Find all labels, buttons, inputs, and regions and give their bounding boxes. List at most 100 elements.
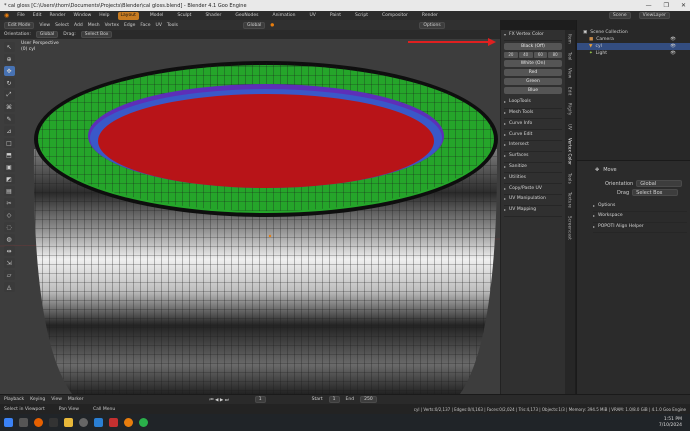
minimize-button[interactable]: — xyxy=(646,2,652,9)
header-menu-uv[interactable]: UV xyxy=(156,23,162,28)
proportional-edit-icon[interactable]: ● xyxy=(270,23,274,28)
shrink-tool-icon[interactable]: ⇲ xyxy=(3,258,15,268)
outliner-item-light[interactable]: ✦ Light 👁 xyxy=(577,50,690,57)
panel-curve-edit[interactable]: ▸ Curve Edit xyxy=(504,130,562,141)
scale-tool-icon[interactable]: ⤢ xyxy=(3,90,15,100)
props-section-workspace[interactable]: ▸ Workspace xyxy=(593,212,687,223)
cursor-tool-icon[interactable]: ⊕ xyxy=(3,54,15,64)
timeline-keying[interactable]: Keying xyxy=(30,397,45,402)
timeline-playback[interactable]: Playback xyxy=(4,397,24,402)
vtab-rigify[interactable]: Rigify xyxy=(568,99,573,119)
measure-tool-icon[interactable]: ⊿ xyxy=(3,126,15,136)
vtab-texture[interactable]: Texture xyxy=(568,188,573,212)
menu-render[interactable]: Render xyxy=(50,13,66,18)
white-on-button[interactable]: White (On) xyxy=(504,59,562,67)
vtab-vertex-color[interactable]: Vertex Color xyxy=(568,134,573,169)
system-clock[interactable]: 1:51 PM 7/10/2024 xyxy=(659,417,682,429)
vtab-edit[interactable]: Edit xyxy=(568,83,573,100)
menu-window[interactable]: Window xyxy=(74,13,92,18)
play-controls-icon[interactable]: ⏮ ◀ ▶ ⏭ xyxy=(209,397,228,403)
workspace-tab-uv[interactable]: UV xyxy=(306,12,318,20)
timeline-marker[interactable]: Marker xyxy=(68,397,84,402)
gray-60-button[interactable]: 60 xyxy=(533,51,548,58)
workspace-tab-render[interactable]: Render xyxy=(419,12,441,20)
header-menu-view[interactable]: View xyxy=(39,23,50,28)
workspace-tab-shader[interactable]: Shader xyxy=(202,12,224,20)
firefox-icon[interactable] xyxy=(34,418,43,427)
move-tool-icon[interactable]: ✥ xyxy=(3,66,15,76)
smooth-tool-icon[interactable]: ◍ xyxy=(3,234,15,244)
panel-sanitize[interactable]: ▸ Sanitize xyxy=(504,163,562,174)
gray-20-button[interactable]: 20 xyxy=(504,51,518,58)
panel-uv-manipulation[interactable]: ▸ UV Manipulation xyxy=(504,195,562,206)
props-section-popoti[interactable]: ▸ POPOTI Align Helper xyxy=(593,223,687,234)
vtab-tool[interactable]: Tool xyxy=(568,48,573,65)
panel-curve-info[interactable]: ▸ Curve Info xyxy=(504,119,562,131)
3d-viewport[interactable] xyxy=(0,39,500,394)
black-off-button[interactable]: Black (Off) xyxy=(504,42,562,50)
start-frame-field[interactable]: 1 xyxy=(328,396,340,403)
maximize-button[interactable]: ❐ xyxy=(664,2,669,9)
vtab-screencast[interactable]: Screencast xyxy=(568,212,573,244)
workspace-tab-layout[interactable]: Layout xyxy=(117,11,139,20)
panel-surfaces[interactable]: ▸ Surfaces xyxy=(504,152,562,163)
gray-40-button[interactable]: 40 xyxy=(518,51,533,58)
vtab-tools[interactable]: Tools xyxy=(568,169,573,188)
header-menu-select[interactable]: Select xyxy=(55,23,69,28)
app-icon[interactable] xyxy=(109,418,118,427)
header-menu-add[interactable]: Add xyxy=(74,23,83,28)
poly-build-tool-icon[interactable]: ◇ xyxy=(3,210,15,220)
inset-tool-icon[interactable]: ▣ xyxy=(3,162,15,172)
rip-tool-icon[interactable]: ◬ xyxy=(3,282,15,292)
panel-mesh-tools[interactable]: ▸ Mesh Tools xyxy=(504,109,562,120)
terminal-icon[interactable] xyxy=(49,418,58,427)
workspace-tab-animation[interactable]: Animation xyxy=(270,12,299,20)
bevel-tool-icon[interactable]: ◩ xyxy=(3,174,15,184)
vtab-item[interactable]: Item xyxy=(568,30,573,48)
workspace-tab-compositor[interactable]: Compositor xyxy=(379,12,411,20)
outliner-item-camera[interactable]: ■ Camera 👁 xyxy=(577,36,690,43)
loop-cut-tool-icon[interactable]: ▤ xyxy=(3,186,15,196)
spin-tool-icon[interactable]: ◌ xyxy=(3,222,15,232)
drag-selector[interactable]: Select Box xyxy=(80,31,113,38)
panel-looptools[interactable]: ▸ LoopTools xyxy=(504,98,562,109)
viewlayer-selector[interactable]: ViewLayer xyxy=(638,12,670,19)
visibility-eye-icon[interactable]: 👁 xyxy=(670,36,676,43)
visibility-eye-icon[interactable]: 👁 xyxy=(670,50,676,57)
knife-tool-icon[interactable]: ✂ xyxy=(3,198,15,208)
shear-tool-icon[interactable]: ▱ xyxy=(3,270,15,280)
vtab-uv[interactable]: UV xyxy=(568,120,573,134)
add-cube-tool-icon[interactable]: □ xyxy=(3,138,15,148)
menu-help[interactable]: Help xyxy=(99,13,109,18)
panel-copy-paste-uv[interactable]: ▸ Copy/Paste UV xyxy=(504,184,562,195)
task-view-icon[interactable] xyxy=(19,418,28,427)
explorer-icon[interactable] xyxy=(64,418,73,427)
end-frame-field[interactable]: 250 xyxy=(360,396,377,403)
tweak-tool-icon[interactable]: ↖ xyxy=(3,42,15,52)
gray-80-button[interactable]: 80 xyxy=(548,51,562,58)
header-menu-face[interactable]: Face xyxy=(140,23,150,28)
close-button[interactable]: ✕ xyxy=(681,2,686,9)
menu-edit[interactable]: Edit xyxy=(33,13,42,18)
workspace-tab-script[interactable]: Script xyxy=(352,12,371,20)
workspace-tab-geonodes[interactable]: GeoNodes xyxy=(232,12,261,20)
menu-file[interactable]: File xyxy=(17,13,25,18)
visibility-eye-icon[interactable]: 👁 xyxy=(670,43,676,50)
orientation-dropdown[interactable]: Global xyxy=(636,180,683,187)
settings-icon[interactable] xyxy=(79,418,88,427)
panel-utilities[interactable]: ▸ Utilities xyxy=(504,173,562,185)
current-frame-field[interactable]: 1 xyxy=(254,396,266,403)
props-section-options[interactable]: ▸ Options xyxy=(593,201,687,212)
mode-selector[interactable]: Edit Mode xyxy=(4,21,35,29)
red-button[interactable]: Red xyxy=(504,68,562,76)
header-menu-edge[interactable]: Edge xyxy=(124,23,135,28)
rotate-tool-icon[interactable]: ↻ xyxy=(3,78,15,88)
fx-vertex-color-header[interactable]: ▾ FX Vertex Color xyxy=(504,30,562,41)
start-menu-icon[interactable] xyxy=(4,418,13,427)
extrude-tool-icon[interactable]: ⬒ xyxy=(3,150,15,160)
scene-selector[interactable]: Scene xyxy=(608,12,631,19)
options-dropdown[interactable]: Options xyxy=(419,21,445,29)
edge-slide-tool-icon[interactable]: ⇹ xyxy=(3,246,15,256)
code-editor-icon[interactable] xyxy=(94,418,103,427)
blender-taskbar-icon[interactable] xyxy=(124,418,133,427)
